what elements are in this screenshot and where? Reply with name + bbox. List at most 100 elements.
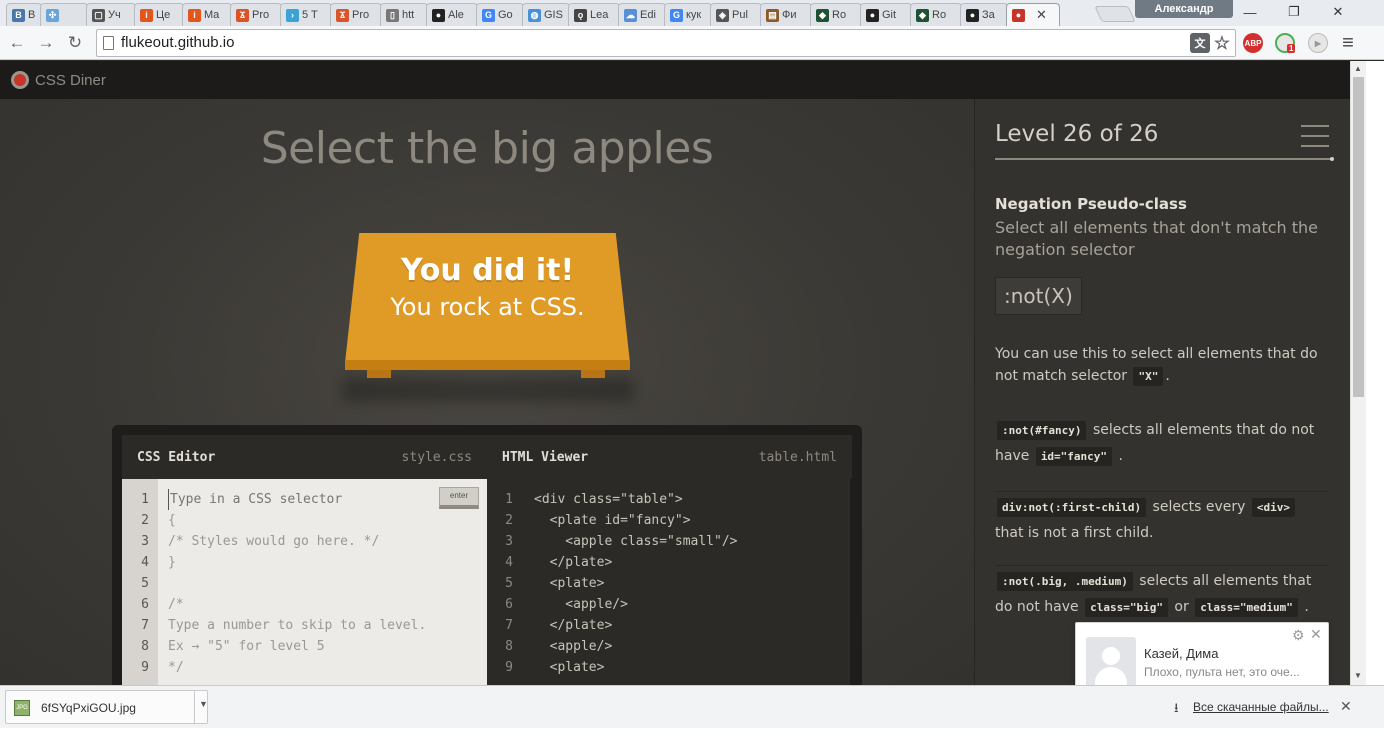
browser-tab[interactable]: ● ✕ bbox=[1006, 3, 1060, 26]
tab-label: Edi bbox=[640, 9, 656, 21]
browser-tab[interactable]: ● Ale bbox=[426, 3, 478, 26]
tab-favicon-icon: Ϫ bbox=[236, 8, 249, 22]
browser-tab[interactable]: ВВ bbox=[6, 3, 42, 26]
star-icon[interactable]: ☆ bbox=[1212, 33, 1232, 53]
translate-icon[interactable]: 文 bbox=[1190, 33, 1210, 53]
scrollbar-thumb[interactable] bbox=[1353, 77, 1364, 397]
example-text: selects every bbox=[1152, 499, 1246, 515]
maximize-button[interactable]: ❐ bbox=[1272, 0, 1316, 24]
play-icon[interactable]: ▶ bbox=[1308, 33, 1328, 53]
browser-tab[interactable]: i Це bbox=[134, 3, 184, 26]
download-item[interactable]: JPG 6fSYqPxiGOU.jpg ▼ bbox=[5, 690, 208, 724]
chevron-down-icon[interactable]: ▼ bbox=[199, 699, 208, 709]
chrome-menu-icon[interactable]: ≡ bbox=[1338, 32, 1358, 54]
browser-tab[interactable]: Ϫ Pro bbox=[230, 3, 282, 26]
address-bar[interactable] bbox=[96, 29, 1236, 57]
level-progress-bar bbox=[995, 158, 1333, 160]
window-edge bbox=[1366, 61, 1384, 685]
progress-indicator bbox=[1330, 157, 1334, 161]
success-title: You did it! bbox=[400, 253, 575, 288]
tab-favicon-icon: ◆ bbox=[916, 8, 929, 22]
page-scrollbar[interactable]: ▲ ▼ bbox=[1350, 61, 1366, 685]
close-icon[interactable]: ✕ bbox=[1310, 626, 1322, 643]
browser-tab[interactable]: ☁ Edi bbox=[618, 3, 666, 26]
browser-tab[interactable]: Ϫ Pro bbox=[330, 3, 382, 26]
browser-tab[interactable]: ◆ Ro bbox=[910, 3, 962, 26]
browser-tab[interactable]: ▯ htt bbox=[380, 3, 428, 26]
adblock-icon[interactable]: ABP bbox=[1243, 33, 1263, 53]
line-number: 8 bbox=[141, 639, 149, 654]
level-menu-icon[interactable] bbox=[1301, 125, 1329, 147]
html-code[interactable]: <div class="table"> <plate id="fancy"> <… bbox=[523, 479, 852, 685]
scroll-up-icon[interactable]: ▲ bbox=[1354, 64, 1362, 73]
css-editor-header: CSS Editor style.css bbox=[122, 435, 487, 479]
new-tab-button[interactable] bbox=[1094, 6, 1136, 22]
logo-text[interactable]: CSS Diner bbox=[35, 72, 106, 89]
reload-button[interactable]: ↻ bbox=[65, 33, 85, 53]
line-number: 5 bbox=[505, 576, 513, 591]
tab-favicon-icon: ◆ bbox=[816, 8, 829, 22]
table-edge bbox=[345, 360, 630, 370]
browser-tab[interactable]: ◍ GIS bbox=[522, 3, 570, 26]
tab-favicon-icon: Ϫ bbox=[336, 8, 349, 22]
html-viewer-divider bbox=[850, 479, 852, 685]
profile-button[interactable]: Александр bbox=[1135, 0, 1233, 18]
enter-button[interactable]: enter bbox=[439, 487, 479, 509]
close-window-button[interactable]: ✕ bbox=[1316, 0, 1360, 24]
line-number: 7 bbox=[141, 618, 149, 633]
browser-tab[interactable]: › 5 T bbox=[280, 3, 332, 26]
tab-close-icon[interactable]: ✕ bbox=[1036, 7, 1047, 23]
html-viewer-pane: HTML Viewer table.html 1 2 3 4 5 6 7 8 9 <div cl… bbox=[487, 435, 852, 685]
line-numbers: 1 2 3 4 5 6 7 8 9 bbox=[122, 479, 158, 685]
browser-tab[interactable]: i Ma bbox=[182, 3, 232, 26]
browser-tab[interactable]: ▤ Фи bbox=[760, 3, 812, 26]
example-code: div:not(:first-child) bbox=[997, 497, 1147, 517]
browser-tab[interactable]: Gкук bbox=[664, 3, 712, 26]
tab-label: Ro bbox=[932, 9, 947, 21]
tab-label: Уч bbox=[108, 9, 121, 21]
tab-favicon-icon: ▢ bbox=[92, 8, 105, 22]
line-number: 6 bbox=[505, 597, 513, 612]
browser-tab[interactable]: ǫ Lea bbox=[568, 3, 620, 26]
example-code: class="medium" bbox=[1195, 597, 1298, 617]
scroll-down-icon[interactable]: ▼ bbox=[1354, 671, 1362, 680]
selector-title: Select all elements that don't match the… bbox=[995, 218, 1318, 259]
extension-badge: 1 bbox=[1287, 44, 1296, 53]
tab-favicon-icon: ◍ bbox=[528, 8, 541, 22]
show-all-downloads-link[interactable]: Все скачанные файлы... bbox=[1193, 700, 1329, 714]
line-number: 4 bbox=[505, 555, 513, 570]
html-viewer-header: HTML Viewer table.html bbox=[487, 435, 852, 479]
css-editor-title: CSS Editor bbox=[137, 450, 216, 465]
line-number: 7 bbox=[505, 618, 513, 633]
tab-label: Pro bbox=[252, 9, 270, 21]
browser-tab[interactable]: ● За bbox=[960, 3, 1008, 26]
example: :not(#fancy) selects all elements that d… bbox=[995, 417, 1329, 469]
line-number: 8 bbox=[505, 639, 513, 654]
forward-button[interactable]: → bbox=[36, 33, 56, 53]
line-number: 3 bbox=[505, 534, 513, 549]
tab-favicon-icon: G bbox=[482, 8, 495, 22]
line-number: 2 bbox=[505, 513, 513, 528]
selector-name: Negation Pseudo-class bbox=[995, 195, 1187, 213]
table-leg bbox=[367, 370, 391, 378]
close-icon[interactable]: ✕ bbox=[1340, 698, 1352, 715]
back-button[interactable]: ← bbox=[7, 33, 27, 53]
browser-tab[interactable]: ✣ bbox=[40, 3, 88, 26]
minimize-button[interactable]: — bbox=[1228, 0, 1272, 24]
browser-tab[interactable]: ◈ Pul bbox=[710, 3, 762, 26]
example-code: :not(#fancy) bbox=[997, 420, 1087, 440]
extension-icon[interactable]: 1 bbox=[1275, 33, 1296, 53]
browser-tab[interactable]: ● Git bbox=[860, 3, 912, 26]
line-numbers: 1 2 3 4 5 6 7 8 9 bbox=[487, 479, 523, 685]
browser-tab[interactable]: G Go bbox=[476, 3, 524, 26]
browser-tab[interactable]: ▢ Уч bbox=[86, 3, 136, 26]
tab-label: В bbox=[28, 9, 36, 21]
url-input[interactable] bbox=[121, 30, 921, 56]
browser-tab[interactable]: ◆ Ro bbox=[810, 3, 862, 26]
example-code: <div> bbox=[1251, 497, 1296, 517]
tab-favicon-icon: ǫ bbox=[574, 8, 587, 22]
tab-label: За bbox=[982, 9, 995, 21]
css-selector-input[interactable] bbox=[168, 489, 428, 510]
gear-icon[interactable]: ⚙ bbox=[1292, 627, 1305, 644]
